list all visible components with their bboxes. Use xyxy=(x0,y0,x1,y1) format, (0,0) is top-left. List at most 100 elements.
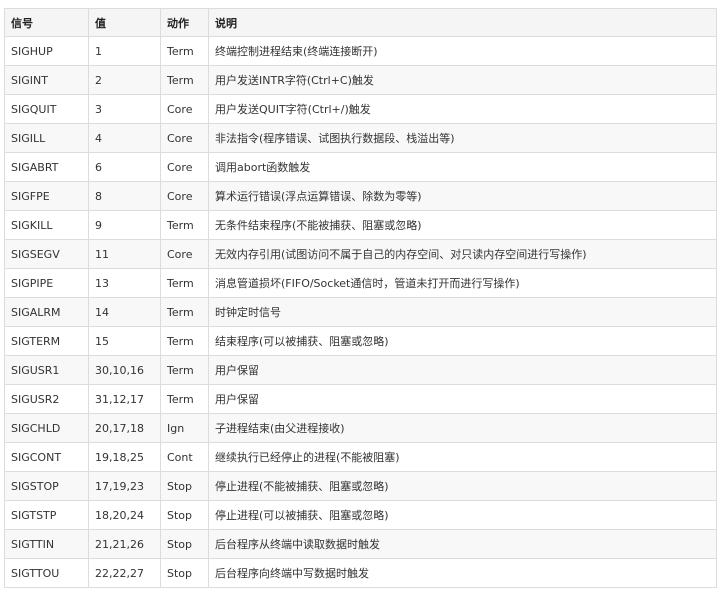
cell-action: Term xyxy=(160,65,209,95)
cell-signal: SIGKILL xyxy=(4,210,89,240)
cell-action: Stop xyxy=(160,500,209,530)
table-body: SIGHUP 1 Term 终端控制进程结束(终端连接断开) SIGINT 2 Term 用户… xyxy=(4,36,717,588)
cell-signal: SIGCONT xyxy=(4,442,89,472)
cell-value: 2 xyxy=(88,65,161,95)
cell-action: Stop xyxy=(160,471,209,501)
cell-value: 30,10,16 xyxy=(88,355,161,385)
cell-description: 无效内存引用(试图访问不属于自己的内存空间、对只读内存空间进行写操作) xyxy=(208,239,717,269)
cell-signal: SIGTTOU xyxy=(4,558,89,588)
cell-description: 算术运行错误(浮点运算错误、除数为零等) xyxy=(208,181,717,211)
header-signal: 信号 xyxy=(4,8,89,37)
cell-signal: SIGTSTP xyxy=(4,500,89,530)
cell-description: 停止进程(不能被捕获、阻塞或忽略) xyxy=(208,471,717,501)
cell-action: Term xyxy=(160,36,209,66)
cell-description: 结束程序(可以被捕获、阻塞或忽略) xyxy=(208,326,717,356)
cell-value: 15 xyxy=(88,326,161,356)
table-row: SIGTSTP 18,20,24 Stop 停止进程(可以被捕获、阻塞或忽略) xyxy=(4,500,717,530)
cell-action: Core xyxy=(160,94,209,124)
cell-signal: SIGSEGV xyxy=(4,239,89,269)
table-row: SIGUSR2 31,12,17 Term 用户保留 xyxy=(4,384,717,414)
cell-description: 子进程结束(由父进程接收) xyxy=(208,413,717,443)
table-row: SIGKILL 9 Term 无条件结束程序(不能被捕获、阻塞或忽略) xyxy=(4,210,717,240)
cell-description: 调用abort函数触发 xyxy=(208,152,717,182)
table-header: 信号 值 动作 说明 xyxy=(4,8,717,37)
cell-action: Term xyxy=(160,297,209,327)
table-row: SIGQUIT 3 Core 用户发送QUIT字符(Ctrl+/)触发 xyxy=(4,94,717,124)
signal-table-container: 信号 值 动作 说明 SIGHUP 1 Term 终端控制进程结束(终端连接断开) SI… xyxy=(4,8,717,588)
table-row: SIGTTOU 22,22,27 Stop 后台程序向终端中写数据时触发 xyxy=(4,558,717,588)
table-row: SIGFPE 8 Core 算术运行错误(浮点运算错误、除数为零等) xyxy=(4,181,717,211)
cell-signal: SIGILL xyxy=(4,123,89,153)
cell-action: Term xyxy=(160,355,209,385)
cell-action: Core xyxy=(160,181,209,211)
cell-description: 用户发送INTR字符(Ctrl+C)触发 xyxy=(208,65,717,95)
table-row: SIGILL 4 Core 非法指令(程序错误、试图执行数据段、栈溢出等) xyxy=(4,123,717,153)
cell-description: 无条件结束程序(不能被捕获、阻塞或忽略) xyxy=(208,210,717,240)
header-value: 值 xyxy=(88,8,161,37)
cell-description: 用户发送QUIT字符(Ctrl+/)触发 xyxy=(208,94,717,124)
cell-action: Core xyxy=(160,123,209,153)
cell-description: 用户保留 xyxy=(208,384,717,414)
cell-signal: SIGCHLD xyxy=(4,413,89,443)
cell-signal: SIGFPE xyxy=(4,181,89,211)
cell-value: 22,22,27 xyxy=(88,558,161,588)
cell-signal: SIGSTOP xyxy=(4,471,89,501)
cell-signal: SIGTERM xyxy=(4,326,89,356)
cell-action: Core xyxy=(160,152,209,182)
cell-description: 终端控制进程结束(终端连接断开) xyxy=(208,36,717,66)
cell-signal: SIGUSR2 xyxy=(4,384,89,414)
cell-value: 19,18,25 xyxy=(88,442,161,472)
cell-action: Term xyxy=(160,210,209,240)
cell-value: 17,19,23 xyxy=(88,471,161,501)
cell-signal: SIGQUIT xyxy=(4,94,89,124)
cell-description: 时钟定时信号 xyxy=(208,297,717,327)
cell-value: 3 xyxy=(88,94,161,124)
cell-value: 31,12,17 xyxy=(88,384,161,414)
cell-action: Core xyxy=(160,239,209,269)
cell-action: Term xyxy=(160,268,209,298)
cell-description: 后台程序向终端中写数据时触发 xyxy=(208,558,717,588)
cell-value: 13 xyxy=(88,268,161,298)
cell-value: 11 xyxy=(88,239,161,269)
table-row: SIGUSR1 30,10,16 Term 用户保留 xyxy=(4,355,717,385)
cell-action: Stop xyxy=(160,558,209,588)
cell-value: 18,20,24 xyxy=(88,500,161,530)
header-row: 信号 值 动作 说明 xyxy=(4,8,717,37)
cell-signal: SIGTTIN xyxy=(4,529,89,559)
cell-value: 9 xyxy=(88,210,161,240)
signal-table: 信号 值 动作 说明 SIGHUP 1 Term 终端控制进程结束(终端连接断开) SI… xyxy=(4,8,717,588)
table-row: SIGCONT 19,18,25 Cont 继续执行已经停止的进程(不能被阻塞) xyxy=(4,442,717,472)
header-description: 说明 xyxy=(208,8,717,37)
table-row: SIGCHLD 20,17,18 Ign 子进程结束(由父进程接收) xyxy=(4,413,717,443)
header-action: 动作 xyxy=(160,8,209,37)
cell-value: 21,21,26 xyxy=(88,529,161,559)
cell-signal: SIGALRM xyxy=(4,297,89,327)
cell-signal: SIGHUP xyxy=(4,36,89,66)
table-row: SIGINT 2 Term 用户发送INTR字符(Ctrl+C)触发 xyxy=(4,65,717,95)
table-row: SIGPIPE 13 Term 消息管道损坏(FIFO/Socket通信时，管道未打开… xyxy=(4,268,717,298)
table-row: SIGTTIN 21,21,26 Stop 后台程序从终端中读取数据时触发 xyxy=(4,529,717,559)
cell-signal: SIGINT xyxy=(4,65,89,95)
cell-value: 4 xyxy=(88,123,161,153)
cell-description: 消息管道损坏(FIFO/Socket通信时，管道未打开而进行写操作) xyxy=(208,268,717,298)
table-row: SIGSEGV 11 Core 无效内存引用(试图访问不属于自己的内存空间、对只读内存… xyxy=(4,239,717,269)
cell-description: 用户保留 xyxy=(208,355,717,385)
cell-value: 1 xyxy=(88,36,161,66)
cell-value: 20,17,18 xyxy=(88,413,161,443)
cell-value: 6 xyxy=(88,152,161,182)
cell-action: Term xyxy=(160,384,209,414)
cell-value: 8 xyxy=(88,181,161,211)
cell-description: 后台程序从终端中读取数据时触发 xyxy=(208,529,717,559)
cell-signal: SIGABRT xyxy=(4,152,89,182)
table-row: SIGABRT 6 Core 调用abort函数触发 xyxy=(4,152,717,182)
cell-signal: SIGUSR1 xyxy=(4,355,89,385)
cell-description: 继续执行已经停止的进程(不能被阻塞) xyxy=(208,442,717,472)
cell-action: Stop xyxy=(160,529,209,559)
table-row: SIGHUP 1 Term 终端控制进程结束(终端连接断开) xyxy=(4,36,717,66)
cell-description: 非法指令(程序错误、试图执行数据段、栈溢出等) xyxy=(208,123,717,153)
cell-value: 14 xyxy=(88,297,161,327)
cell-action: Ign xyxy=(160,413,209,443)
cell-action: Term xyxy=(160,326,209,356)
cell-signal: SIGPIPE xyxy=(4,268,89,298)
cell-description: 停止进程(可以被捕获、阻塞或忽略) xyxy=(208,500,717,530)
